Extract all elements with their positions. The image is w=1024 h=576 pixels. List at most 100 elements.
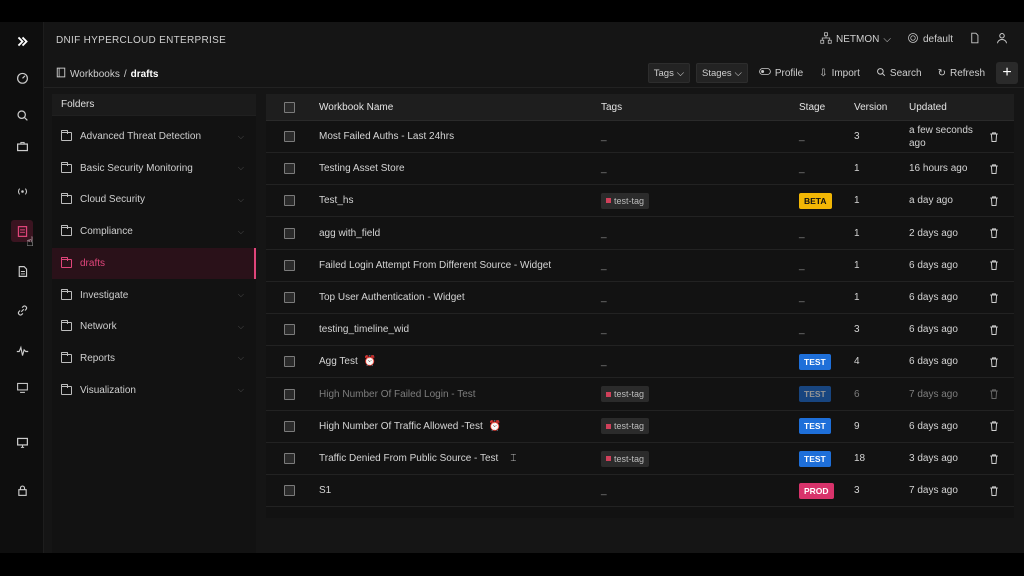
- monitor-icon[interactable]: [11, 431, 33, 453]
- folder-item[interactable]: Visualization ⌵: [52, 375, 256, 406]
- workbook-name[interactable]: testing_timeline_wid: [319, 324, 409, 335]
- workbook-name[interactable]: Testing Asset Store: [319, 163, 405, 174]
- workbook-name-cell[interactable]: agg with_field: [319, 218, 380, 249]
- header-name[interactable]: Workbook Name: [319, 94, 393, 120]
- delete-button[interactable]: [988, 379, 1000, 410]
- workbook-name[interactable]: agg with_field: [319, 228, 380, 239]
- workbook-name-cell[interactable]: Test_hs: [319, 185, 353, 216]
- workbook-name-cell[interactable]: Agg Test ⏰: [319, 346, 376, 377]
- search-icon[interactable]: [11, 104, 33, 126]
- tags-filter[interactable]: Tags ⌵: [647, 63, 691, 83]
- delete-button[interactable]: [988, 282, 1000, 313]
- select-all-checkbox[interactable]: [284, 94, 295, 120]
- report-icon[interactable]: [11, 260, 33, 282]
- add-workbook-button[interactable]: +: [996, 62, 1018, 84]
- header-tags[interactable]: Tags: [601, 94, 622, 120]
- key-icon[interactable]: [11, 376, 33, 398]
- workbook-name-cell[interactable]: S1: [319, 475, 331, 506]
- table-row[interactable]: Most Failed Auths - Last 24hrs _ _ 3 a few s…: [266, 121, 1014, 153]
- header-version[interactable]: Version: [854, 94, 887, 120]
- document-icon[interactable]: [969, 32, 980, 47]
- delete-button[interactable]: [988, 475, 1000, 506]
- workbook-name-cell[interactable]: Most Failed Auths - Last 24hrs: [319, 121, 454, 152]
- profile-button[interactable]: Profile: [754, 63, 808, 83]
- workbook-name-cell[interactable]: High Number Of Traffic Allowed -Test ⏰: [319, 411, 501, 442]
- folder-item[interactable]: Network ⌵: [52, 311, 256, 342]
- link-icon[interactable]: [11, 299, 33, 321]
- delete-button[interactable]: [988, 153, 1000, 184]
- delete-button[interactable]: [988, 314, 1000, 345]
- workbook-name-cell[interactable]: testing_timeline_wid: [319, 314, 409, 345]
- folder-item[interactable]: drafts: [52, 247, 256, 279]
- workbook-name-cell[interactable]: High Number Of Failed Login - Test: [319, 379, 476, 410]
- breadcrumb-root[interactable]: Workbooks: [70, 69, 120, 80]
- table-row[interactable]: testing_timeline_wid _ _ 3 6 days ago: [266, 314, 1014, 347]
- workbook-name[interactable]: Test_hs: [319, 195, 353, 206]
- refresh-button[interactable]: ↻ Refresh: [933, 63, 990, 83]
- row-checkbox[interactable]: [284, 153, 295, 184]
- row-checkbox[interactable]: [284, 443, 295, 474]
- table-row[interactable]: Traffic Denied From Public Source - Test…: [266, 443, 1014, 475]
- folder-item[interactable]: Advanced Threat Detection ⌵: [52, 121, 256, 152]
- workbook-name[interactable]: Failed Login Attempt From Different Sour…: [319, 260, 551, 271]
- workbook-name-cell[interactable]: Top User Authentication - Widget: [319, 282, 465, 313]
- row-checkbox[interactable]: [284, 314, 295, 345]
- row-checkbox[interactable]: [284, 411, 295, 442]
- folder-item[interactable]: Compliance ⌵: [52, 216, 256, 247]
- workbook-name[interactable]: Most Failed Auths - Last 24hrs: [319, 131, 454, 142]
- user-icon[interactable]: [996, 32, 1008, 47]
- folder-item[interactable]: Reports ⌵: [52, 343, 256, 374]
- broadcast-icon[interactable]: [11, 180, 33, 202]
- delete-button[interactable]: [988, 346, 1000, 377]
- delete-button[interactable]: [988, 218, 1000, 249]
- workbook-name-cell[interactable]: Failed Login Attempt From Different Sour…: [319, 250, 551, 281]
- row-checkbox[interactable]: [284, 218, 295, 249]
- workbook-name[interactable]: S1: [319, 485, 331, 496]
- lock-icon[interactable]: [11, 479, 33, 501]
- import-button[interactable]: ⇩ Import: [814, 63, 865, 83]
- delete-button[interactable]: [988, 185, 1000, 216]
- tag-chip[interactable]: test-tag: [601, 418, 650, 435]
- workbook-name[interactable]: High Number Of Traffic Allowed -Test: [319, 421, 483, 432]
- activity-icon[interactable]: [11, 340, 33, 362]
- row-checkbox[interactable]: [284, 250, 295, 281]
- table-row[interactable]: agg with_field _ _ 1 2 days ago: [266, 218, 1014, 250]
- table-row[interactable]: Test_hs test-tag BETA 1 a day ago: [266, 185, 1014, 218]
- briefcase-icon[interactable]: [11, 135, 33, 157]
- row-checkbox[interactable]: [284, 346, 295, 377]
- delete-button[interactable]: [988, 250, 1000, 281]
- row-checkbox[interactable]: [284, 121, 295, 152]
- workbook-name-cell[interactable]: Traffic Denied From Public Source - Test…: [319, 443, 516, 474]
- delete-button[interactable]: [988, 411, 1000, 442]
- folder-item[interactable]: Basic Security Monitoring ⌵: [52, 153, 256, 184]
- tag-chip[interactable]: test-tag: [601, 450, 650, 467]
- table-row[interactable]: Agg Test ⏰ _ TEST 4 6 days ago: [266, 346, 1014, 379]
- table-row[interactable]: Top User Authentication - Widget _ _ 1 6 day…: [266, 282, 1014, 314]
- workbook-name[interactable]: Agg Test: [319, 356, 358, 367]
- row-checkbox[interactable]: [284, 282, 295, 313]
- tag-chip[interactable]: test-tag: [601, 192, 650, 209]
- folder-item[interactable]: Cloud Security ⌵: [52, 184, 256, 215]
- workbook-name-cell[interactable]: Testing Asset Store: [319, 153, 405, 184]
- search-button[interactable]: Search: [871, 63, 927, 83]
- delete-button[interactable]: [988, 121, 1000, 152]
- header-updated[interactable]: Updated: [909, 94, 947, 120]
- table-row[interactable]: S1 _ PROD 3 7 days ago: [266, 475, 1014, 508]
- row-checkbox[interactable]: [284, 379, 295, 410]
- folder-item[interactable]: Investigate ⌵: [52, 280, 256, 311]
- table-row[interactable]: Failed Login Attempt From Different Sour…: [266, 250, 1014, 282]
- table-row[interactable]: High Number Of Failed Login - Test test-t…: [266, 379, 1014, 411]
- dashboard-icon[interactable]: [11, 66, 33, 88]
- workbook-name[interactable]: Traffic Denied From Public Source - Test: [319, 453, 498, 464]
- workspace-selector[interactable]: NETMON ⌵: [820, 32, 891, 47]
- logo-icon[interactable]: [11, 30, 33, 52]
- row-checkbox[interactable]: [284, 475, 295, 506]
- table-row[interactable]: High Number Of Traffic Allowed -Test ⏰ tes…: [266, 411, 1014, 443]
- profile-selector[interactable]: default: [907, 32, 953, 47]
- row-checkbox[interactable]: [284, 185, 295, 216]
- table-row[interactable]: Testing Asset Store _ _ 1 16 hours ago: [266, 153, 1014, 186]
- workbook-name[interactable]: High Number Of Failed Login - Test: [319, 389, 476, 400]
- tag-chip[interactable]: test-tag: [601, 386, 650, 403]
- stages-filter[interactable]: Stages ⌵: [696, 63, 748, 83]
- header-stage[interactable]: Stage: [799, 94, 825, 120]
